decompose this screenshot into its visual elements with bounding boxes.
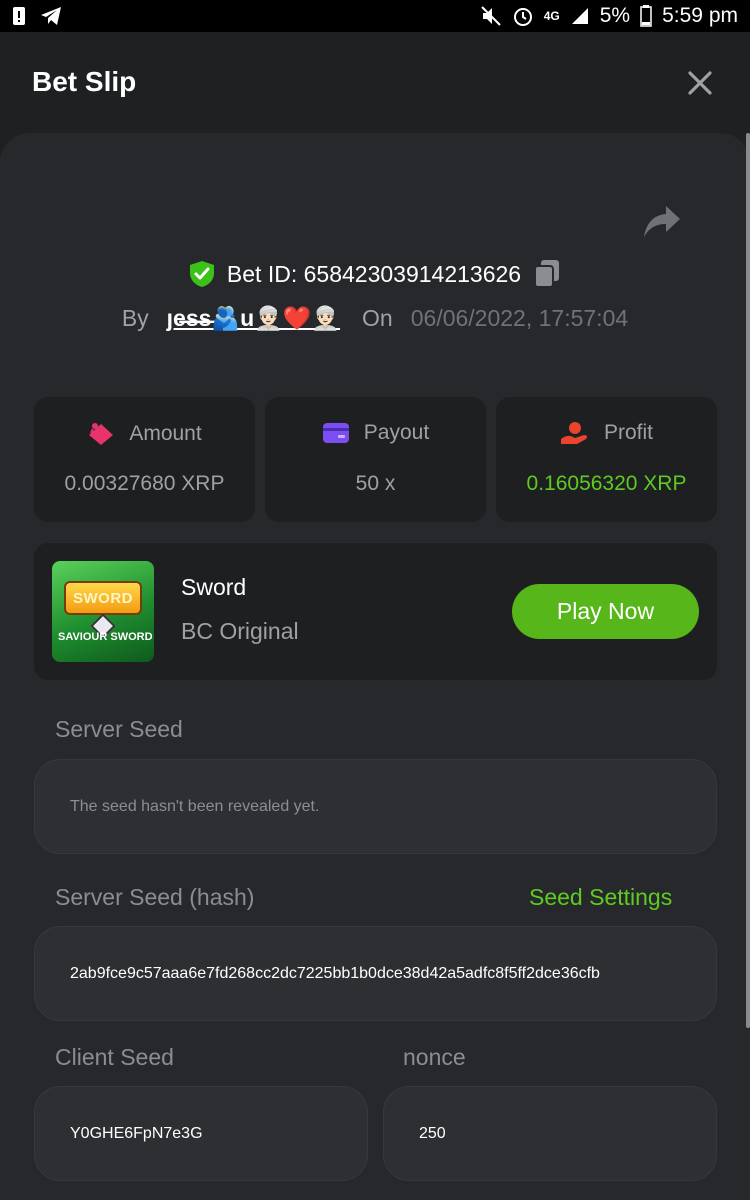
amount-label: Amount xyxy=(129,422,202,445)
on-label: On xyxy=(362,304,393,331)
bet-id: Bet ID: 65842303914213626 xyxy=(226,260,522,287)
server-seed-hash-label: Server Seed (hash) xyxy=(55,884,255,910)
share-button[interactable] xyxy=(642,204,682,240)
alert-icon xyxy=(12,6,26,26)
game-name: Sword xyxy=(181,574,247,600)
game-thumbnail[interactable]: SWORD SAVIOUR SWORD xyxy=(52,561,154,662)
share-icon xyxy=(644,206,680,237)
thumb-title: SWORD xyxy=(64,581,142,615)
amount-icon xyxy=(89,423,114,445)
client-seed-value: Y0GHE6FpN7e3G xyxy=(70,1124,203,1142)
client-seed-field[interactable]: Y0GHE6FpN7e3G xyxy=(34,1086,368,1181)
profit-card: Profit 0.16056320 XRP xyxy=(496,397,717,522)
profit-hand-icon xyxy=(560,422,588,444)
by-label: By xyxy=(121,304,149,331)
amount-header: Amount xyxy=(34,421,255,447)
server-seed-hash-value: 2ab9fce9c57aaa6e7fd268cc2dc7225bb1b0dce3… xyxy=(70,964,600,982)
close-icon xyxy=(688,71,712,95)
copy-button[interactable] xyxy=(533,259,561,289)
server-seed-label: Server Seed xyxy=(55,716,183,742)
copy-icon xyxy=(534,260,560,288)
profit-label: Profit xyxy=(603,421,653,444)
payout-card: Payout 50 x xyxy=(265,397,486,522)
game-category: BC Original xyxy=(181,618,299,644)
shield-check-icon xyxy=(189,260,215,288)
server-seed-hash-field[interactable]: 2ab9fce9c57aaa6e7fd268cc2dc7225bb1b0dce3… xyxy=(34,926,717,1021)
bet-id-row: Bet ID: 65842303914213626 xyxy=(0,256,750,292)
amount-value: 0.00327680 XRP xyxy=(64,472,225,495)
clock: 5:59 pm xyxy=(662,4,738,27)
username-link[interactable]: ȷe̶s̶s̶🫂u👳🏻‍♂️❤️👳🏻‍♂️ xyxy=(167,305,340,332)
nonce-value: 250 xyxy=(419,1124,446,1142)
mute-icon xyxy=(480,5,502,27)
status-left xyxy=(12,6,62,26)
nonce-label: nonce xyxy=(403,1044,466,1070)
server-seed-value: The seed hasn't been revealed yet. xyxy=(70,797,320,815)
bet-slip-header: Bet Slip xyxy=(0,32,750,132)
telegram-icon xyxy=(40,6,62,26)
status-right: 4G 5% 5:59 pm xyxy=(480,4,738,28)
status-bar: 4G 5% 5:59 pm xyxy=(0,0,750,32)
bet-date: 06/06/2022, 17:57:04 xyxy=(410,304,629,331)
seed-settings-link[interactable]: Seed Settings xyxy=(529,884,672,911)
payout-value: 50 x xyxy=(355,472,396,495)
card-icon xyxy=(322,423,349,443)
server-seed-field[interactable]: The seed hasn't been revealed yet. xyxy=(34,759,717,854)
amount-card: Amount 0.00327680 XRP xyxy=(34,397,255,522)
play-now-button[interactable]: Play Now xyxy=(512,584,699,639)
battery-percent: 5% xyxy=(599,4,631,27)
client-seed-label: Client Seed xyxy=(55,1044,174,1070)
profit-value: 0.16056320 XRP xyxy=(526,472,687,495)
thumb-caption: SAVIOUR SWORD xyxy=(58,631,153,643)
battery-icon xyxy=(640,5,652,27)
bet-owner-row: By ȷe̶s̶s̶🫂u👳🏻‍♂️❤️👳🏻‍♂️ On 06/06/2022, … xyxy=(0,300,750,336)
signal-icon xyxy=(570,6,590,26)
close-button[interactable] xyxy=(682,65,718,101)
payout-label: Payout xyxy=(363,421,430,444)
network-icon: 4G xyxy=(543,8,560,23)
page-title: Bet Slip xyxy=(32,66,137,97)
nonce-field[interactable]: 250 xyxy=(383,1086,717,1181)
payout-header: Payout xyxy=(265,421,486,445)
alarm-icon xyxy=(512,5,534,27)
profit-header: Profit xyxy=(496,421,717,445)
